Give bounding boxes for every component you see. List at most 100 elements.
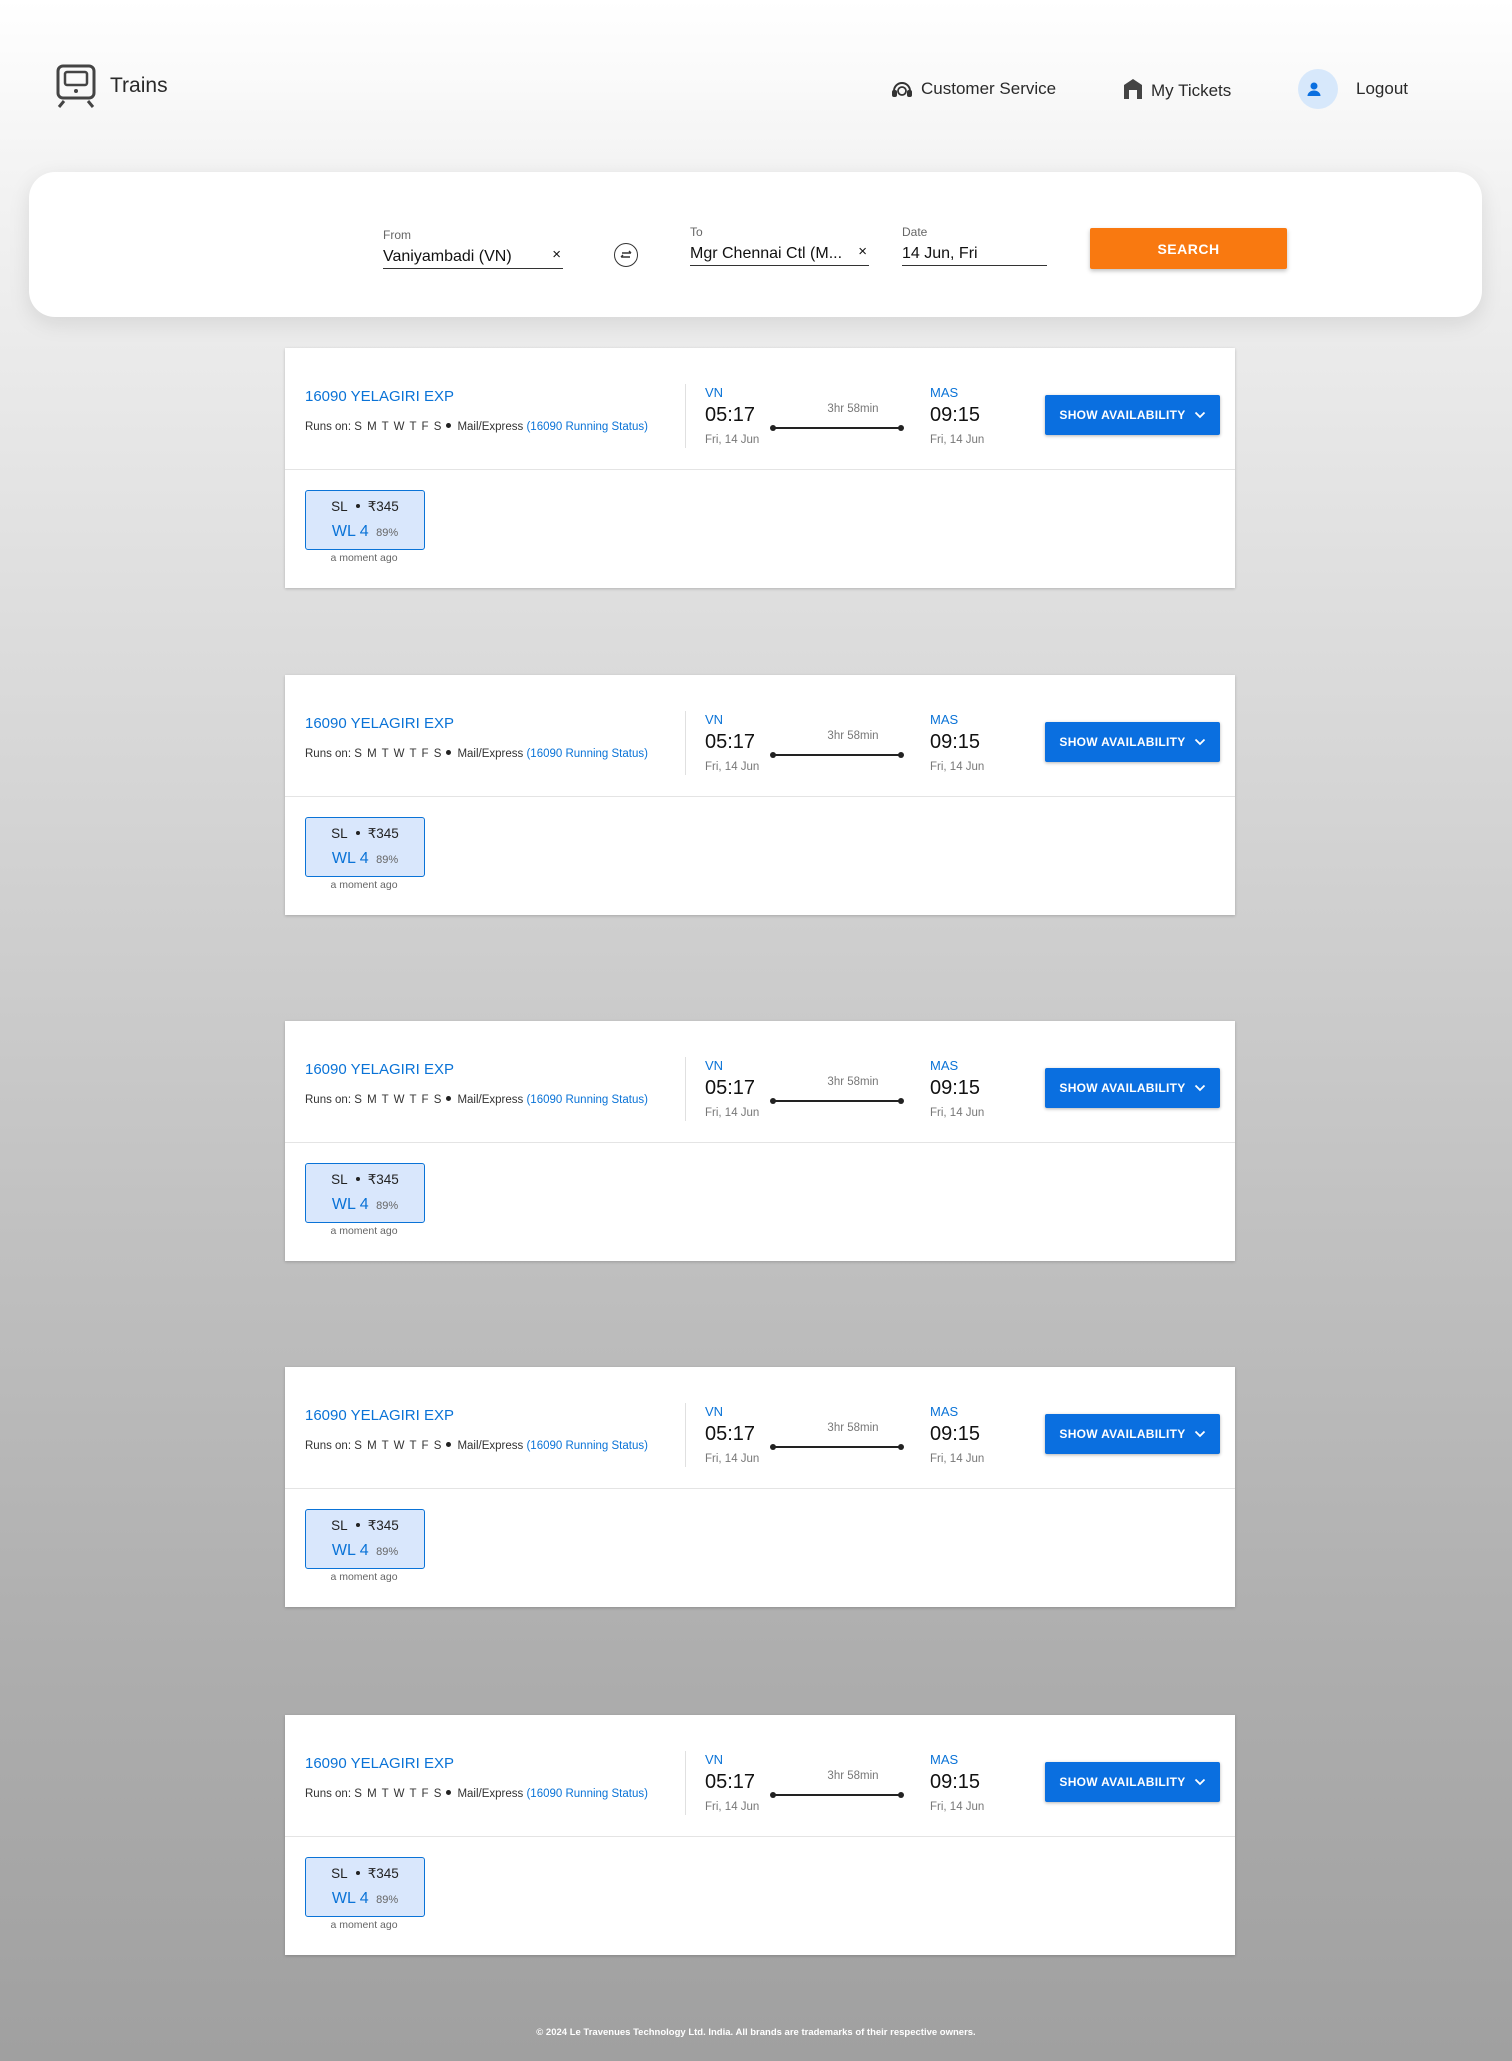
show-availability-label: SHOW AVAILABILITY bbox=[1059, 1427, 1186, 1441]
search-button[interactable]: SEARCH bbox=[1090, 228, 1287, 269]
confirm-probability: 89% bbox=[376, 1894, 399, 1906]
journey-line bbox=[770, 1098, 904, 1104]
runs-on: Runs on: S M T W T F S Mail/Express (1609… bbox=[305, 421, 648, 433]
date-value: 14 Jun, Fri bbox=[902, 245, 978, 262]
train-summary: 16090 YELAGIRI EXP Runs on: S M T W T F … bbox=[285, 348, 1235, 470]
running-status-link[interactable]: (16090 Running Status) bbox=[526, 1440, 647, 1452]
my-tickets-label: My Tickets bbox=[1151, 81, 1232, 100]
to-input[interactable]: Mgr Chennai Ctl (M... × bbox=[690, 245, 869, 266]
headset-icon bbox=[892, 82, 912, 97]
train-name[interactable]: 16090 YELAGIRI EXP bbox=[305, 715, 454, 732]
station-icon bbox=[1124, 79, 1142, 99]
class-availability-box[interactable]: SL ₹345 WL 4 89% bbox=[305, 1509, 425, 1569]
avatar[interactable] bbox=[1298, 69, 1338, 109]
running-status-link[interactable]: (16090 Running Status) bbox=[526, 1788, 647, 1800]
departure-time: 05:17 bbox=[705, 1771, 756, 1793]
my-tickets-link[interactable]: My Tickets bbox=[1123, 77, 1231, 101]
logout-link[interactable]: Logout bbox=[1298, 69, 1408, 109]
runs-on-label: Runs on: bbox=[305, 1440, 352, 1452]
runs-on: Runs on: S M T W T F S Mail/Express (1609… bbox=[305, 1094, 648, 1106]
train-name[interactable]: 16090 YELAGIRI EXP bbox=[305, 1407, 454, 1424]
show-availability-button[interactable]: SHOW AVAILABILITY bbox=[1045, 1068, 1220, 1108]
journey-line bbox=[770, 752, 904, 758]
departure-date: Fri, 14 Jun bbox=[705, 1107, 760, 1119]
from-value: Vaniyambadi (VN) bbox=[383, 248, 512, 265]
departure-date: Fri, 14 Jun bbox=[705, 1453, 760, 1465]
availability-status: WL 4 89% bbox=[306, 1542, 424, 1560]
user-icon bbox=[1307, 82, 1321, 96]
train-name[interactable]: 16090 YELAGIRI EXP bbox=[305, 1755, 454, 1772]
customer-service-link[interactable]: Customer Service bbox=[891, 79, 1056, 99]
date-input[interactable]: 14 Jun, Fri bbox=[902, 245, 1047, 266]
train-summary: 16090 YELAGIRI EXP Runs on: S M T W T F … bbox=[285, 1021, 1235, 1143]
class-availability-box[interactable]: SL ₹345 WL 4 89% bbox=[305, 1163, 425, 1223]
date-field[interactable]: Date 14 Jun, Fri bbox=[902, 225, 1047, 266]
from-field[interactable]: From Vaniyambadi (VN) × bbox=[383, 228, 563, 269]
show-availability-label: SHOW AVAILABILITY bbox=[1059, 735, 1186, 749]
fare: ₹345 bbox=[367, 1866, 399, 1881]
running-status-link[interactable]: (16090 Running Status) bbox=[526, 1094, 647, 1106]
chevron-down-icon bbox=[1194, 738, 1205, 746]
class-fare: SL ₹345 bbox=[306, 1866, 424, 1882]
fare: ₹345 bbox=[367, 1518, 399, 1533]
class-code: SL bbox=[331, 1866, 348, 1881]
swap-icon bbox=[620, 250, 632, 258]
run-days: S M T W T F S bbox=[354, 1094, 443, 1106]
train-name[interactable]: 16090 YELAGIRI EXP bbox=[305, 1061, 454, 1078]
show-availability-button[interactable]: SHOW AVAILABILITY bbox=[1045, 1762, 1220, 1802]
to-field[interactable]: To Mgr Chennai Ctl (M... × bbox=[690, 225, 869, 266]
from-clear-icon[interactable]: × bbox=[552, 248, 561, 263]
availability-status: WL 4 89% bbox=[306, 850, 424, 868]
journey-duration: 3hr 58min bbox=[827, 403, 879, 415]
departure-time: 05:17 bbox=[705, 404, 756, 426]
train-summary: 16090 YELAGIRI EXP Runs on: S M T W T F … bbox=[285, 675, 1235, 797]
swap-stations-button[interactable] bbox=[614, 243, 638, 267]
last-updated: a moment ago bbox=[330, 552, 398, 564]
arrival-date: Fri, 14 Jun bbox=[930, 1107, 985, 1119]
to-station-code: MAS bbox=[930, 1752, 959, 1767]
show-availability-button[interactable]: SHOW AVAILABILITY bbox=[1045, 395, 1220, 435]
arrival-time: 09:15 bbox=[930, 404, 981, 426]
class-fare: SL ₹345 bbox=[306, 826, 424, 842]
runs-on-label: Runs on: bbox=[305, 1094, 352, 1106]
brand-title[interactable]: Trains bbox=[110, 74, 168, 98]
journey-duration: 3hr 58min bbox=[827, 1422, 879, 1434]
train-card: 16090 YELAGIRI EXP Runs on: S M T W T F … bbox=[285, 1715, 1235, 1955]
availability-status: WL 4 89% bbox=[306, 523, 424, 541]
runs-on-label: Runs on: bbox=[305, 421, 352, 433]
divider bbox=[685, 711, 686, 775]
show-availability-button[interactable]: SHOW AVAILABILITY bbox=[1045, 722, 1220, 762]
fare: ₹345 bbox=[367, 499, 399, 514]
class-fare: SL ₹345 bbox=[306, 1518, 424, 1534]
show-availability-button[interactable]: SHOW AVAILABILITY bbox=[1045, 1414, 1220, 1454]
to-clear-icon[interactable]: × bbox=[858, 245, 867, 260]
logout-label: Logout bbox=[1356, 79, 1408, 98]
train-logo-icon[interactable] bbox=[56, 64, 96, 108]
departure-time: 05:17 bbox=[705, 1077, 756, 1099]
customer-service-label: Customer Service bbox=[921, 79, 1057, 98]
class-availability-box[interactable]: SL ₹345 WL 4 89% bbox=[305, 817, 425, 877]
bullet-icon bbox=[355, 1522, 360, 1527]
running-status-link[interactable]: (16090 Running Status) bbox=[526, 421, 647, 433]
train-name[interactable]: 16090 YELAGIRI EXP bbox=[305, 388, 454, 405]
departure-time: 05:17 bbox=[705, 1423, 756, 1445]
journey-duration: 3hr 58min bbox=[827, 730, 879, 742]
class-availability-box[interactable]: SL ₹345 WL 4 89% bbox=[305, 1857, 425, 1917]
train-type: Mail/Express bbox=[457, 1094, 524, 1106]
from-station-code: VN bbox=[705, 1058, 724, 1073]
journey-duration: 3hr 58min bbox=[827, 1770, 879, 1782]
departure-time: 05:17 bbox=[705, 731, 756, 753]
from-input[interactable]: Vaniyambadi (VN) × bbox=[383, 248, 563, 269]
arrival-time: 09:15 bbox=[930, 731, 981, 753]
bullet-icon bbox=[446, 1790, 452, 1796]
class-fare: SL ₹345 bbox=[306, 499, 424, 515]
departure-date: Fri, 14 Jun bbox=[705, 434, 760, 446]
from-label: From bbox=[383, 228, 411, 242]
bullet-icon bbox=[446, 1442, 452, 1448]
arrival-time: 09:15 bbox=[930, 1771, 981, 1793]
class-availability-box[interactable]: SL ₹345 WL 4 89% bbox=[305, 490, 425, 550]
train-type: Mail/Express bbox=[457, 1440, 524, 1452]
running-status-link[interactable]: (16090 Running Status) bbox=[526, 748, 647, 760]
train-type: Mail/Express bbox=[457, 421, 524, 433]
last-updated: a moment ago bbox=[330, 1919, 398, 1931]
